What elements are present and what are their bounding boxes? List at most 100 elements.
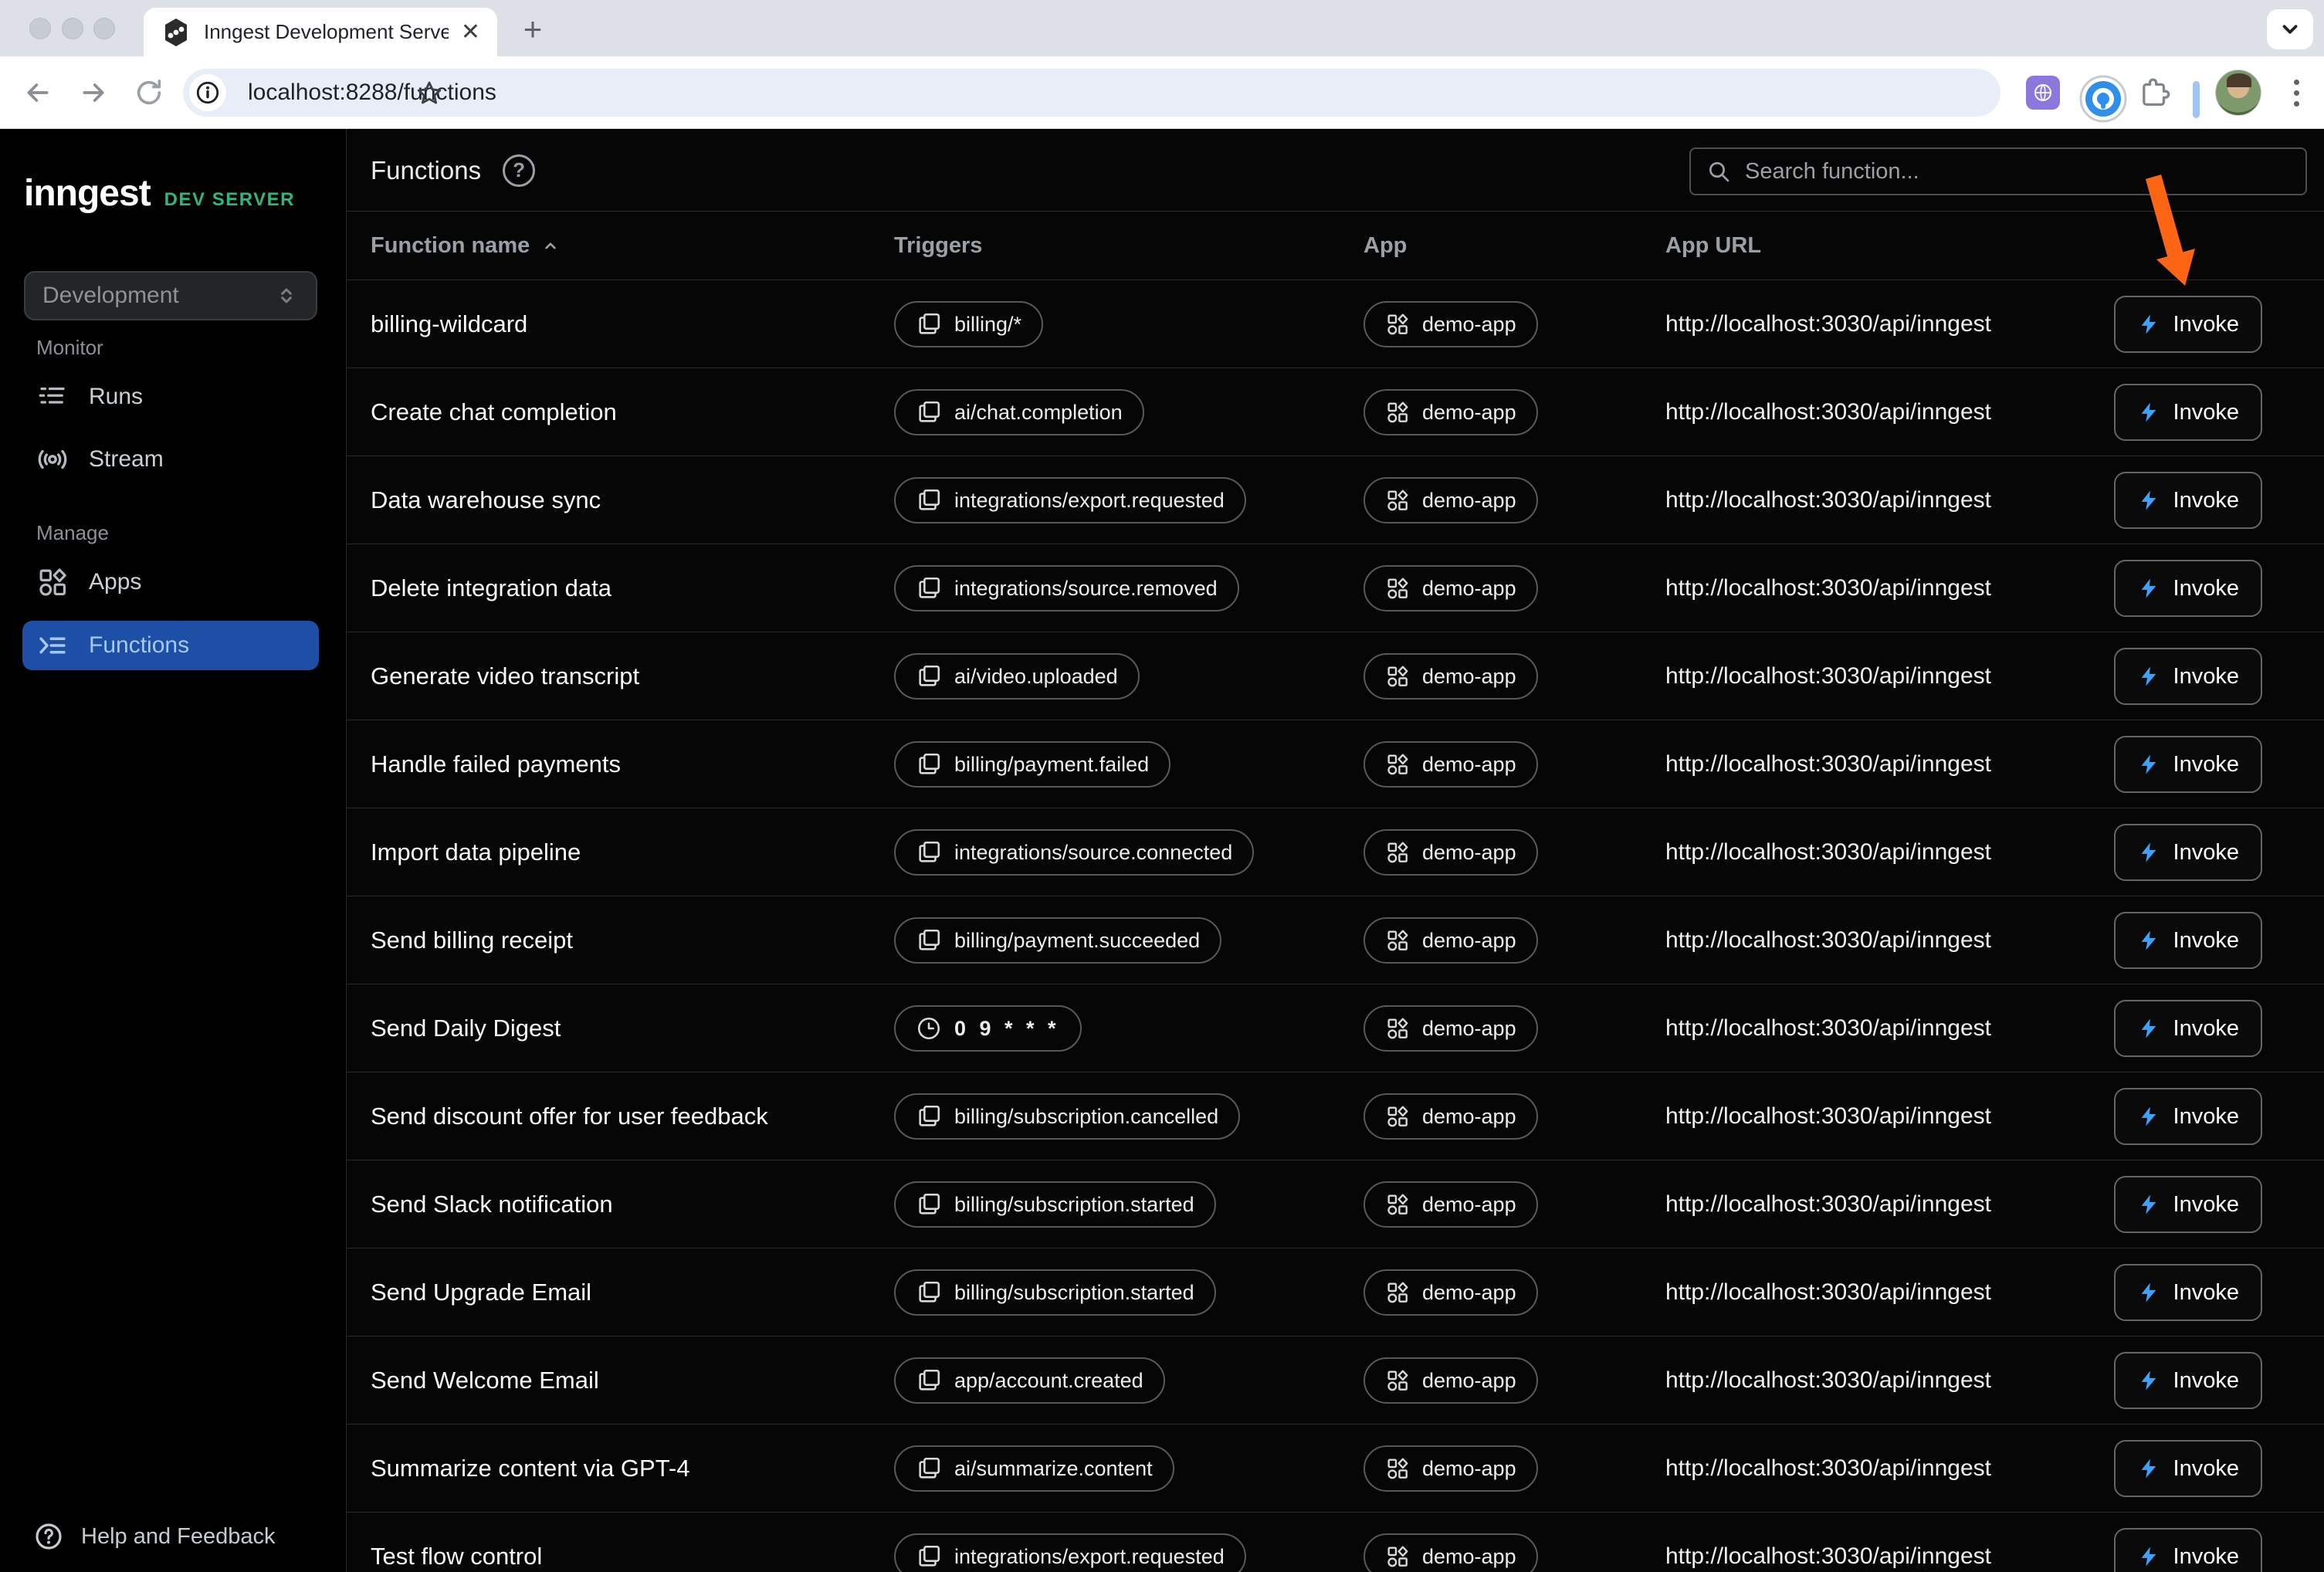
- event-icon: [916, 1279, 942, 1306]
- function-name[interactable]: Create chat completion: [371, 368, 617, 456]
- apps-icon: [1385, 312, 1410, 337]
- function-name[interactable]: Summarize content via GPT-4: [371, 1425, 690, 1513]
- trigger-badge: ai/summarize.content: [894, 1445, 1174, 1492]
- table-row: Delete integration data integrations/sou…: [347, 544, 2324, 632]
- logo: inngest DEV SERVER: [24, 172, 295, 215]
- title-help-icon[interactable]: ?: [503, 154, 535, 187]
- column-function-name[interactable]: Function name: [371, 212, 561, 280]
- address-bar[interactable]: localhost:8288/functions: [183, 69, 2000, 117]
- app-url: http://localhost:3030/api/inngest: [1665, 896, 1991, 984]
- function-table: billing-wildcard billing/*: [347, 280, 2324, 1572]
- invoke-button[interactable]: Invoke: [2114, 560, 2262, 617]
- browser-menu-icon[interactable]: [2281, 77, 2312, 108]
- invoke-button[interactable]: Invoke: [2114, 912, 2262, 969]
- invoke-button[interactable]: Invoke: [2114, 1264, 2262, 1321]
- function-name[interactable]: Send Upgrade Email: [371, 1248, 591, 1337]
- tab-search-button[interactable]: [2267, 9, 2313, 49]
- extension-icon[interactable]: [2026, 76, 2060, 110]
- app-url: http://localhost:3030/api/inngest: [1665, 280, 1991, 368]
- invoke-button[interactable]: Invoke: [2114, 1176, 2262, 1233]
- table-row: Test flow control integrations/export.re…: [347, 1513, 2324, 1572]
- invoke-button[interactable]: Invoke: [2114, 1000, 2262, 1057]
- apps-icon: [1385, 1104, 1410, 1129]
- function-name[interactable]: Send discount offer for user feedback: [371, 1072, 768, 1160]
- sidebar-item-apps[interactable]: Apps: [22, 557, 319, 607]
- lightning-bolt-icon: [2137, 577, 2160, 600]
- inngest-app: inngest DEV SERVER Development Monitor R…: [0, 129, 2324, 1572]
- invoke-button[interactable]: Invoke: [2114, 1088, 2262, 1145]
- function-name[interactable]: Generate video transcript: [371, 632, 639, 720]
- function-name[interactable]: billing-wildcard: [371, 280, 527, 368]
- sidebar-item-label: Runs: [89, 384, 143, 410]
- search-input[interactable]: [1745, 159, 2290, 185]
- browser-tab[interactable]: Inngest Development Server ✕: [144, 8, 497, 56]
- trigger-badge: billing/subscription.started: [894, 1269, 1216, 1316]
- lightning-bolt-icon: [2137, 1281, 2160, 1304]
- function-name[interactable]: Handle failed payments: [371, 720, 621, 808]
- lightning-bolt-icon: [2137, 1369, 2160, 1392]
- invoke-button[interactable]: Invoke: [2114, 1440, 2262, 1497]
- main-content: Functions ? Function name: [347, 129, 2324, 1572]
- function-name[interactable]: Delete integration data: [371, 544, 611, 632]
- trigger-badge: ai/video.uploaded: [894, 653, 1140, 700]
- invoke-button[interactable]: Invoke: [2114, 648, 2262, 705]
- tab-close-icon[interactable]: ✕: [461, 21, 480, 44]
- function-name[interactable]: Send Daily Digest: [371, 984, 561, 1072]
- event-icon: [916, 1103, 942, 1130]
- extensions-puzzle-icon[interactable]: [2137, 76, 2171, 110]
- back-button[interactable]: [22, 76, 54, 109]
- lightning-bolt-icon: [2137, 841, 2160, 864]
- event-icon: [916, 1455, 942, 1482]
- url-text[interactable]: localhost:8288/functions: [248, 80, 496, 106]
- function-name[interactable]: Data warehouse sync: [371, 456, 601, 544]
- environment-selector[interactable]: Development: [24, 271, 317, 320]
- window-close-button[interactable]: [29, 18, 51, 39]
- reload-button[interactable]: [133, 76, 165, 109]
- new-tab-button[interactable]: +: [516, 14, 550, 48]
- function-name[interactable]: Import data pipeline: [371, 808, 581, 896]
- table-row: Create chat completion ai/chat.completio…: [347, 368, 2324, 456]
- column-app: App: [1364, 212, 1407, 280]
- app-url: http://localhost:3030/api/inngest: [1665, 456, 1991, 544]
- invoke-button[interactable]: Invoke: [2114, 1352, 2262, 1409]
- invoke-button[interactable]: Invoke: [2114, 384, 2262, 441]
- app-badge: demo-app: [1364, 301, 1538, 347]
- apps-icon: [1385, 1368, 1410, 1393]
- site-info-icon[interactable]: [189, 74, 226, 111]
- sidebar-item-runs[interactable]: Runs: [22, 372, 319, 422]
- function-name[interactable]: Send Slack notification: [371, 1160, 613, 1248]
- environment-label: Development: [42, 283, 274, 309]
- trigger-badge: billing/subscription.started: [894, 1181, 1216, 1228]
- table-header: Function name Triggers App App URL: [347, 212, 2324, 280]
- password-manager-icon[interactable]: [2078, 74, 2128, 124]
- trigger-badge: integrations/source.connected: [894, 829, 1254, 876]
- app-url: http://localhost:3030/api/inngest: [1665, 1337, 1991, 1425]
- app-url: http://localhost:3030/api/inngest: [1665, 1513, 1991, 1572]
- app-badge: demo-app: [1364, 1269, 1538, 1316]
- sidebar-item-stream[interactable]: Stream: [22, 435, 319, 484]
- table-row: Send billing receipt billing/payment.suc…: [347, 896, 2324, 984]
- invoke-button[interactable]: Invoke: [2114, 296, 2262, 353]
- apps-icon: [1385, 928, 1410, 953]
- window-zoom-button[interactable]: [93, 18, 115, 39]
- section-monitor: Monitor: [36, 336, 103, 360]
- forward-button[interactable]: [77, 76, 110, 109]
- invoke-button[interactable]: Invoke: [2114, 1528, 2262, 1572]
- function-name[interactable]: Send Welcome Email: [371, 1337, 599, 1425]
- invoke-button[interactable]: Invoke: [2114, 472, 2262, 529]
- apps-icon: [1385, 576, 1410, 601]
- event-icon: [916, 1543, 942, 1570]
- trigger-badge: billing/payment.failed: [894, 741, 1170, 788]
- sidebar-item-functions[interactable]: Functions: [22, 621, 319, 670]
- table-row: Send discount offer for user feedback bi…: [347, 1072, 2324, 1160]
- invoke-button[interactable]: Invoke: [2114, 736, 2262, 793]
- search-box[interactable]: [1689, 147, 2307, 195]
- profile-avatar[interactable]: [2215, 69, 2261, 116]
- window-minimize-button[interactable]: [62, 18, 83, 39]
- invoke-button[interactable]: Invoke: [2114, 824, 2262, 881]
- function-name[interactable]: Send billing receipt: [371, 896, 573, 984]
- trigger-badge: integrations/export.requested: [894, 477, 1246, 523]
- function-name[interactable]: Test flow control: [371, 1513, 542, 1572]
- help-and-feedback[interactable]: Help and Feedback: [33, 1521, 276, 1552]
- bookmark-star-icon[interactable]: [415, 79, 444, 108]
